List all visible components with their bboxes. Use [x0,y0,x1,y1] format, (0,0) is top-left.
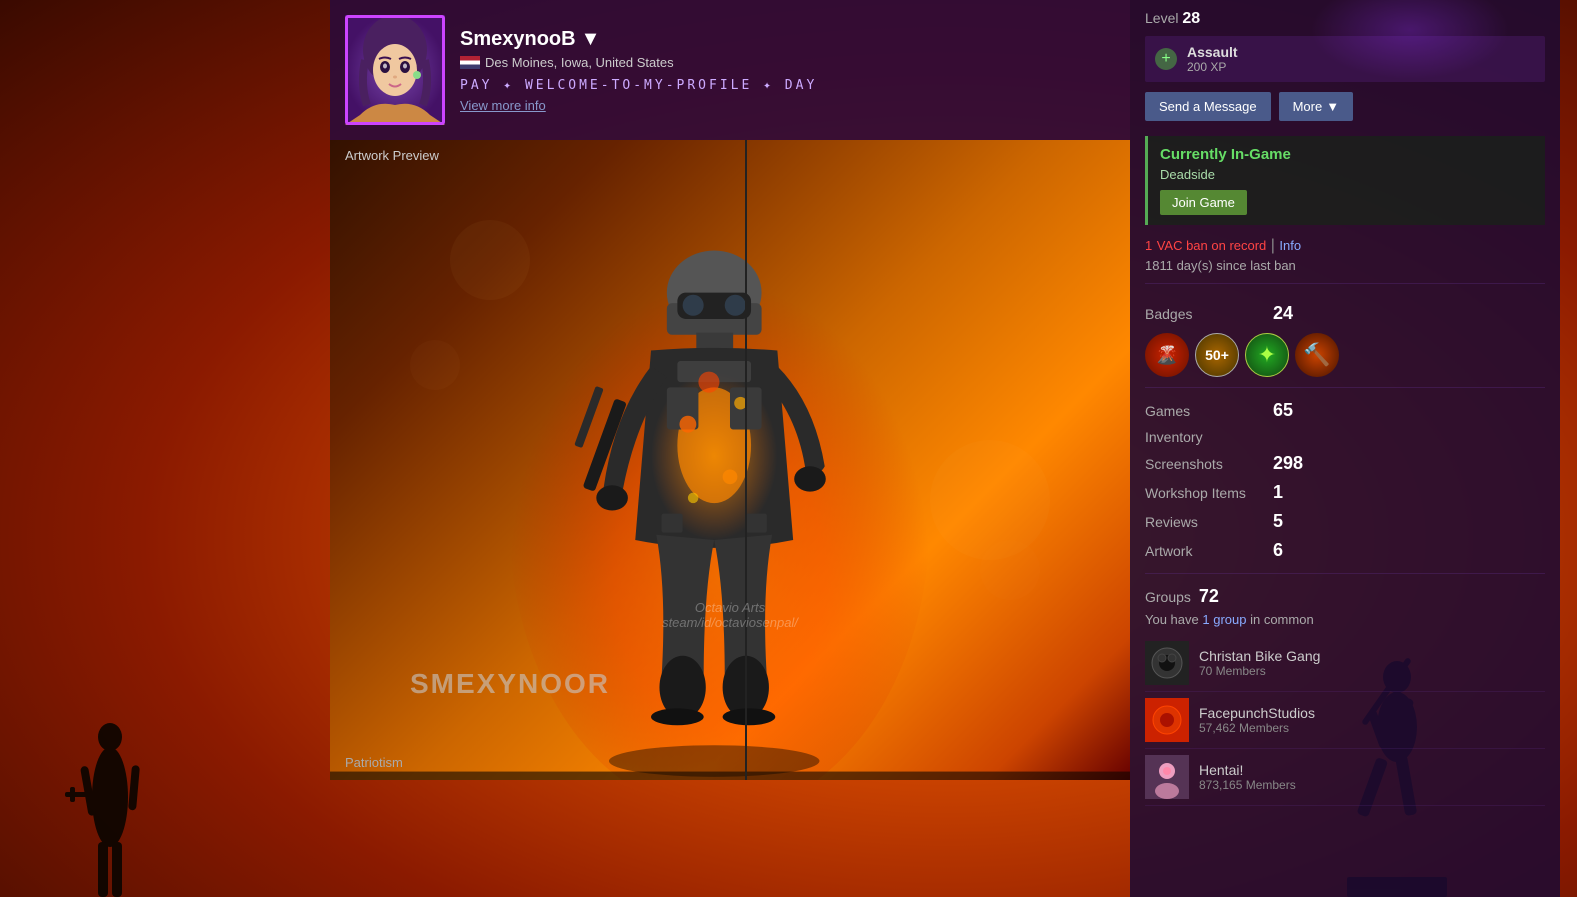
level-header: Level 28 [1145,10,1545,28]
badge-icon-4[interactable]: 🔨 [1295,333,1339,377]
location-text: Des Moines, Iowa, United States [485,55,674,70]
xp-info: Assault 200 XP [1187,44,1238,74]
games-count: 65 [1273,400,1293,421]
groups-header: Groups 72 [1145,586,1545,607]
artwork-label: Artwork Preview [345,148,439,163]
in-game-section: Currently In-Game Deadside Join Game [1145,136,1545,225]
avatar-border [345,15,445,125]
artwork-title-label: Patriotism [345,755,403,770]
group-members-2: 57,462 Members [1199,721,1315,735]
view-more-link[interactable]: View more info [460,98,1115,113]
group-info-3: Hentai! 873,165 Members [1199,762,1296,792]
badges-row-header[interactable]: Badges 24 [1145,299,1545,328]
profile-banner: PAY ✦ WELCOME-TO-MY-PROFILE ✦ DAY [460,78,1115,93]
groups-label: Groups [1145,589,1191,605]
vac-ban-count: 1 [1145,238,1152,253]
join-game-button[interactable]: Join Game [1160,190,1247,215]
xp-plus-button[interactable]: + [1155,48,1177,70]
group-item-3[interactable]: Hentai! 873,165 Members [1145,749,1545,806]
inventory-label: Inventory [1145,429,1265,445]
screenshots-label: Screenshots [1145,456,1265,472]
badges-count: 24 [1273,303,1293,324]
profile-header: SmexynooB ▼ Des Moines, Iowa, United Sta… [330,0,1130,140]
groups-count: 72 [1199,586,1219,607]
more-label: More [1293,99,1323,114]
art-divider-1 [745,140,747,780]
group-item-1[interactable]: Christan Bike Gang 70 Members [1145,635,1545,692]
badge-icon-1[interactable]: 🌋 [1145,333,1189,377]
watermark-line1: Octavio Arts [662,600,798,615]
inventory-stat-row[interactable]: Inventory [1145,425,1545,449]
group-info-2: FacepunchStudios 57,462 Members [1199,705,1315,735]
level-number: 28 [1182,10,1200,27]
group-name-1: Christan Bike Gang [1199,648,1320,664]
common-text: You have [1145,612,1199,627]
username-dropdown-icon: ▼ [581,28,601,51]
games-label: Games [1145,403,1265,419]
right-panel: Level 28 + Assault 200 XP Send a Message… [1130,0,1560,897]
artwork-stat-count: 6 [1273,540,1283,561]
xp-game-name: Assault [1187,44,1238,60]
group-members-3: 873,165 Members [1199,778,1296,792]
artwork-section: Artwork Preview [330,140,1130,780]
group-members-1: 70 Members [1199,664,1320,678]
groups-section: Groups 72 You have 1 group in common Chr… [1145,586,1545,806]
common-groups-link[interactable]: 1 group [1202,612,1246,627]
badges-label: Badges [1145,306,1265,322]
artwork-stat-row[interactable]: Artwork 6 [1145,536,1545,565]
group-avatar-3 [1145,755,1189,799]
screenshots-stat-row[interactable]: Screenshots 298 [1145,449,1545,478]
location: Des Moines, Iowa, United States [460,55,1115,70]
avatar-container [345,15,445,125]
vac-days: 1811 day(s) since last ban [1145,258,1545,273]
divider-2 [1145,387,1545,388]
main-container: SmexynooB ▼ Des Moines, Iowa, United Sta… [330,0,1130,897]
more-dropdown-icon: ▼ [1326,99,1339,114]
send-message-button[interactable]: Send a Message [1145,92,1271,121]
action-buttons: Send a Message More ▼ [1145,92,1545,121]
reviews-count: 5 [1273,511,1283,532]
username: SmexynooB ▼ [460,28,1115,51]
badge-icon-3[interactable]: ✦ [1245,333,1289,377]
country-flag [460,56,480,69]
artwork-stat-label: Artwork [1145,543,1265,559]
stats-section: Badges 24 🌋 50+ ✦ 🔨 Games 65 Inventory S… [1145,299,1545,565]
group-name-2: FacepunchStudios [1199,705,1315,721]
xp-value: 200 XP [1187,60,1238,74]
badges-icons-row: 🌋 50+ ✦ 🔨 [1145,333,1545,377]
in-game-title: Currently In-Game [1160,146,1533,163]
games-stat-row[interactable]: Games 65 [1145,396,1545,425]
group-name-3: Hentai! [1199,762,1296,778]
common-suffix: in common [1250,612,1314,627]
watermark-line2: steam/id/octaviosenpal/ [662,615,798,630]
divider-1 [1145,283,1545,284]
common-groups-text: You have 1 group in common [1145,612,1545,627]
artwork-username-overlay: SMEXYNOOR [410,668,610,700]
artwork-watermark: Octavio Arts steam/id/octaviosenpal/ [662,600,798,630]
xp-bar-container: + Assault 200 XP [1145,36,1545,82]
username-text: SmexynooB [460,28,576,51]
profile-info: SmexynooB ▼ Des Moines, Iowa, United Sta… [460,28,1115,113]
artwork-bg: Octavio Arts steam/id/octaviosenpal/ SME… [330,140,1130,780]
reviews-label: Reviews [1145,514,1265,530]
screenshots-count: 298 [1273,453,1303,474]
group-info-1: Christan Bike Gang 70 Members [1199,648,1320,678]
more-button[interactable]: More ▼ [1279,92,1354,121]
level-label: Level [1145,10,1178,26]
reviews-stat-row[interactable]: Reviews 5 [1145,507,1545,536]
vac-info-link[interactable]: Info [1279,238,1301,253]
in-game-name: Deadside [1160,167,1533,182]
vac-ban-line: 1 VAC ban on record | Info [1145,237,1545,255]
silhouette-left [50,617,170,897]
workshop-stat-row[interactable]: Workshop Items 1 [1145,478,1545,507]
workshop-count: 1 [1273,482,1283,503]
group-avatar-2 [1145,698,1189,742]
divider-3 [1145,573,1545,574]
group-item-2[interactable]: FacepunchStudios 57,462 Members [1145,692,1545,749]
vac-ban-label: VAC ban on record [1157,238,1267,253]
workshop-label: Workshop Items [1145,485,1265,501]
vac-ban-section: 1 VAC ban on record | Info 1811 day(s) s… [1145,237,1545,273]
group-avatar-1 [1145,641,1189,685]
badge-icon-2[interactable]: 50+ [1195,333,1239,377]
